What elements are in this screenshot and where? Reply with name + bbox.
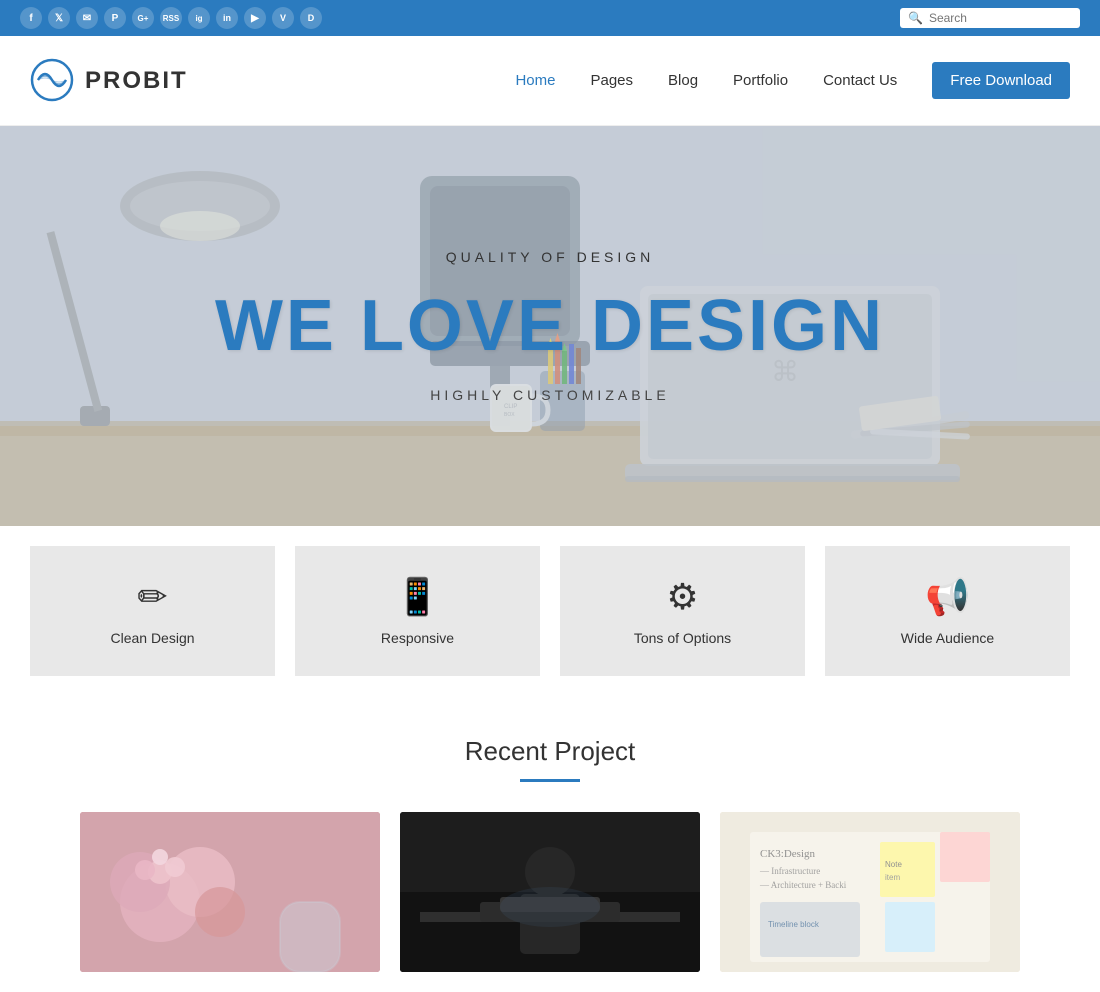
section-underline xyxy=(520,779,580,782)
nav-pages[interactable]: Pages xyxy=(590,72,633,89)
megaphone-icon: 📢 xyxy=(925,576,970,618)
hero-section: ⌘ CLIP BOX xyxy=(0,126,1100,526)
search-input[interactable] xyxy=(929,11,1072,25)
project-card-1[interactable] xyxy=(80,812,380,972)
email-icon[interactable]: ✉ xyxy=(76,7,98,29)
features-section: ✏ Clean Design 📱 Responsive ⚙ Tons of Op… xyxy=(0,526,1100,696)
logo[interactable]: PROBIT xyxy=(30,58,188,103)
facebook-icon[interactable]: f xyxy=(20,7,42,29)
hero-content: QUALITY OF DESIGN WE LOVE DESIGN HIGHLY … xyxy=(215,249,885,403)
project-card-2[interactable] xyxy=(400,812,700,972)
search-bar[interactable]: 🔍 xyxy=(900,8,1080,28)
hero-title: WE LOVE DESIGN xyxy=(215,285,885,367)
feature-wide-audience[interactable]: 📢 Wide Audience xyxy=(825,546,1070,676)
google-plus-icon[interactable]: G+ xyxy=(132,7,154,29)
social-icons-list: f 𝕏 ✉ P G+ RSS ig in ▶ V D xyxy=(20,7,322,29)
pencil-icon: ✏ xyxy=(137,576,167,618)
nav-free-download[interactable]: Free Download xyxy=(932,62,1070,99)
nav-portfolio[interactable]: Portfolio xyxy=(733,72,788,89)
nav-home[interactable]: Home xyxy=(515,72,555,89)
phone-icon: 📱 xyxy=(395,576,440,618)
top-bar: f 𝕏 ✉ P G+ RSS ig in ▶ V D 🔍 xyxy=(0,0,1100,36)
feature-responsive-label: Responsive xyxy=(381,630,454,646)
hero-tagline: HIGHLY CUSTOMIZABLE xyxy=(215,387,885,403)
feature-tons-of-options-label: Tons of Options xyxy=(634,630,731,646)
gears-icon: ⚙ xyxy=(666,576,698,618)
recent-project-title: Recent Project xyxy=(30,736,1070,767)
youtube-icon[interactable]: ▶ xyxy=(244,7,266,29)
logo-icon xyxy=(30,58,75,103)
pinterest-icon[interactable]: P xyxy=(104,7,126,29)
dribbble-icon[interactable]: D xyxy=(300,7,322,29)
recent-project-section: Recent Project xyxy=(0,696,1100,992)
project-grid: CK3:Design — Infrastructure — Architectu… xyxy=(30,812,1070,972)
vimeo-icon[interactable]: V xyxy=(272,7,294,29)
feature-tons-of-options[interactable]: ⚙ Tons of Options xyxy=(560,546,805,676)
feature-clean-design[interactable]: ✏ Clean Design xyxy=(30,546,275,676)
feature-clean-design-label: Clean Design xyxy=(110,630,194,646)
project-card-3[interactable]: CK3:Design — Infrastructure — Architectu… xyxy=(720,812,1020,972)
header: PROBIT Home Pages Blog Portfolio Contact… xyxy=(0,36,1100,126)
twitter-icon[interactable]: 𝕏 xyxy=(48,7,70,29)
feature-wide-audience-label: Wide Audience xyxy=(901,630,994,646)
hero-subtitle: QUALITY OF DESIGN xyxy=(215,249,885,265)
rss-icon[interactable]: RSS xyxy=(160,7,182,29)
linkedin-icon[interactable]: in xyxy=(216,7,238,29)
nav-contact[interactable]: Contact Us xyxy=(823,72,897,89)
search-icon: 🔍 xyxy=(908,11,923,25)
feature-responsive[interactable]: 📱 Responsive xyxy=(295,546,540,676)
nav-blog[interactable]: Blog xyxy=(668,72,698,89)
main-nav: Home Pages Blog Portfolio Contact Us Fre… xyxy=(515,62,1070,99)
logo-text: PROBIT xyxy=(85,67,188,95)
instagram-icon[interactable]: ig xyxy=(188,7,210,29)
